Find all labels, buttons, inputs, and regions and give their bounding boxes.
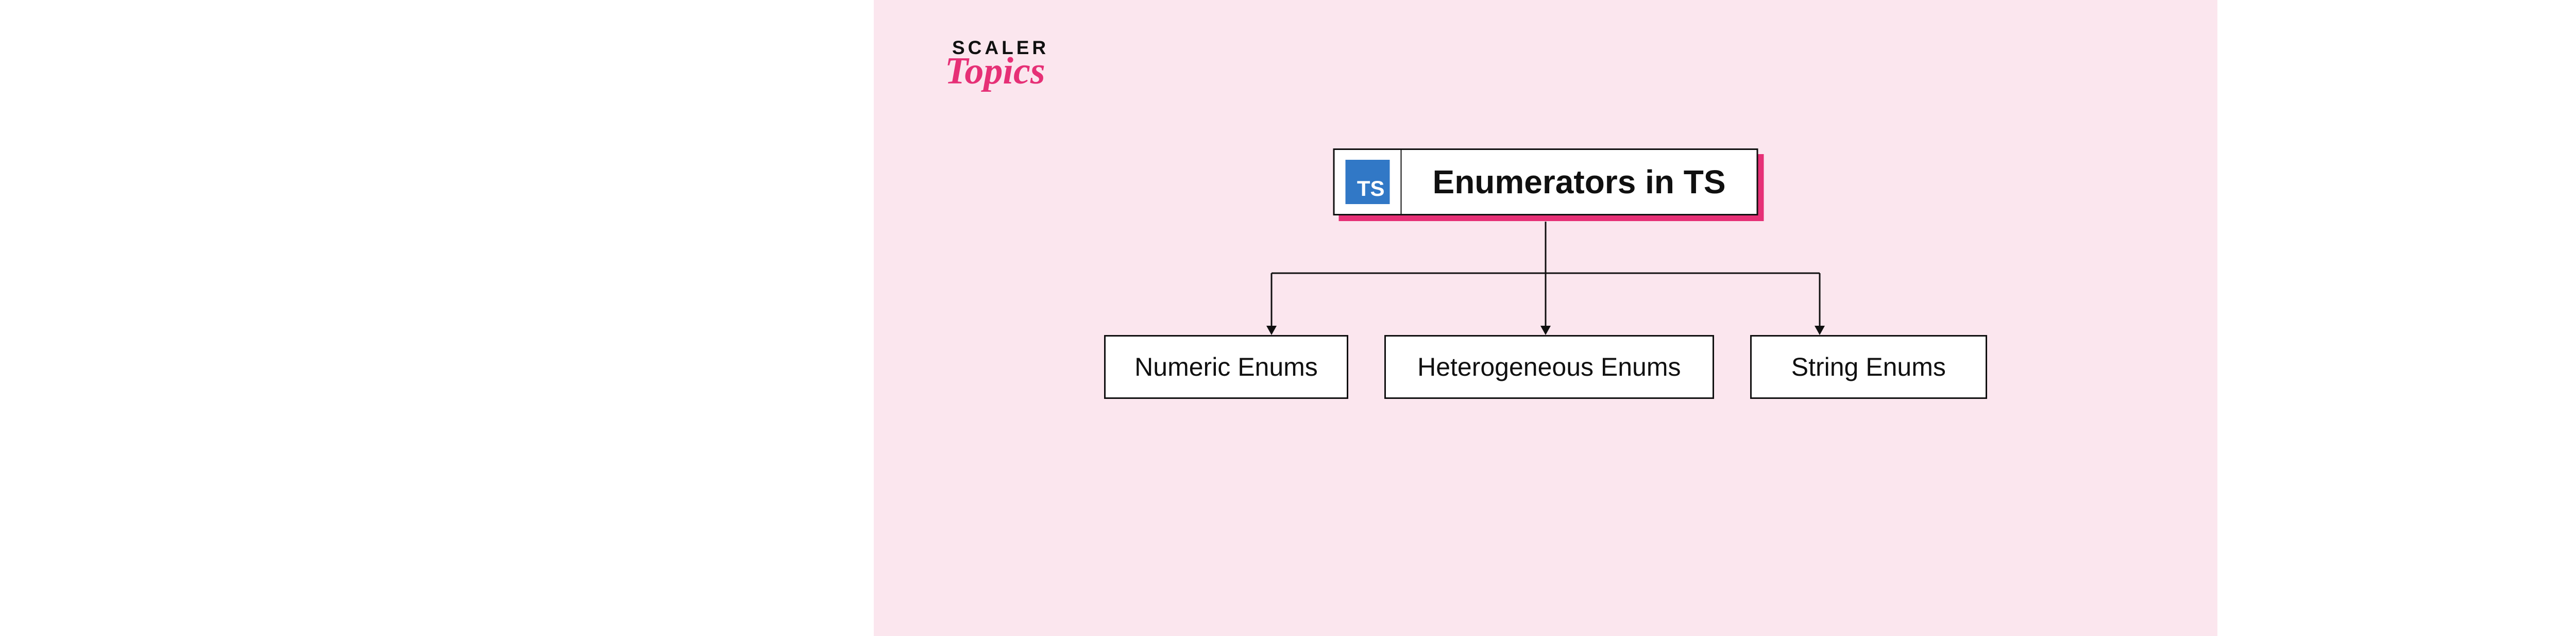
root-node-box: TS Enumerators in TS — [1333, 148, 1758, 215]
ts-logo-cell: TS — [1335, 150, 1402, 214]
logo-line-2: Topics — [945, 61, 1049, 82]
root-title: Enumerators in TS — [1402, 150, 1757, 214]
connector-lines — [874, 0, 2217, 636]
diagram-canvas: SCALER Topics TS Enumerators in TS — [874, 0, 2217, 636]
child-string-enums: String Enums — [1750, 335, 1987, 399]
typescript-icon-label: TS — [1357, 176, 1385, 201]
child-heterogeneous-enums: Heterogeneous Enums — [1384, 335, 1714, 399]
typescript-icon: TS — [1346, 160, 1390, 204]
root-node: TS Enumerators in TS — [1333, 148, 1758, 215]
scaler-topics-logo: SCALER Topics — [952, 37, 1049, 82]
child-row: Numeric Enums Heterogeneous Enums String… — [874, 335, 2217, 399]
child-numeric-enums: Numeric Enums — [1104, 335, 1348, 399]
